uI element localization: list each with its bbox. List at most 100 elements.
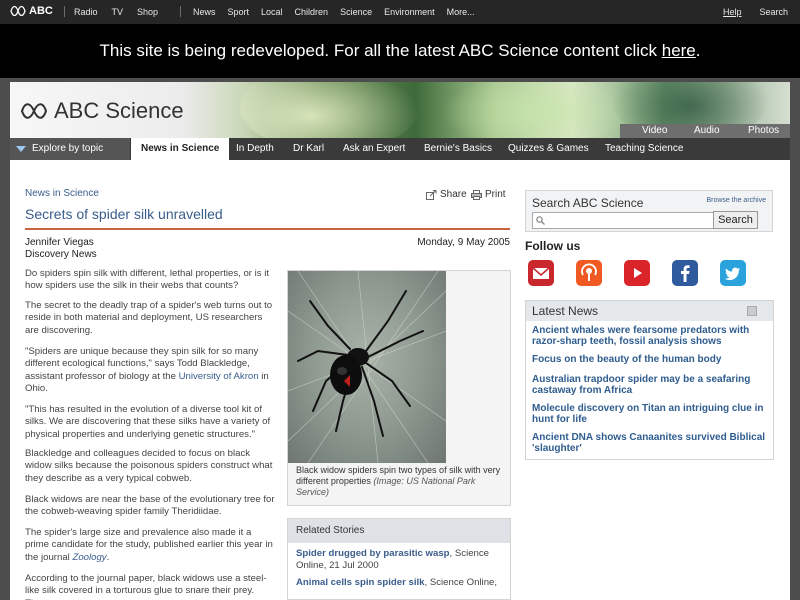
tab-ask-an-expert[interactable]: Ask an Expert <box>343 143 405 154</box>
nav-sport[interactable]: Sport <box>228 7 250 17</box>
nav-tv[interactable]: TV <box>112 7 124 17</box>
abc-logo[interactable]: ABC <box>10 5 53 17</box>
nav-radio[interactable]: Radio <box>74 7 98 17</box>
spider-image <box>288 271 446 463</box>
media-audio[interactable]: Audio <box>694 125 720 136</box>
article-figure: Black widow spiders spin two types of si… <box>287 270 511 506</box>
tab-bernies-basics[interactable]: Bernie's Basics <box>424 143 492 154</box>
nav-children[interactable]: Children <box>295 7 329 17</box>
rss-icon[interactable] <box>747 306 757 316</box>
article-date: Monday, 9 May 2005 <box>417 237 510 248</box>
bird-glyph <box>724 267 740 281</box>
banner-here-link[interactable]: here <box>662 41 696 60</box>
university-of-akron-link[interactable]: University of Akron <box>179 371 259 382</box>
facebook-icon[interactable] <box>672 260 698 286</box>
brand-name: ABC Science <box>54 98 184 123</box>
media-photos[interactable]: Photos <box>748 125 779 136</box>
related-stories-panel: Related Stories Spider drugged by parasi… <box>287 518 511 600</box>
banner-text: This site is being redeveloped. For all … <box>99 41 662 60</box>
twitter-icon[interactable] <box>720 260 746 286</box>
media-bar: Video Audio Photos <box>620 124 790 138</box>
related-story-link[interactable]: Spider drugged by parasitic wasp <box>296 548 450 559</box>
zoology-link[interactable]: Zoology <box>72 552 106 563</box>
tab-news-in-science[interactable]: News in Science <box>131 138 230 160</box>
related-story-item[interactable]: Spider drugged by parasitic wasp, Scienc… <box>288 548 510 572</box>
media-video[interactable]: Video <box>642 125 667 136</box>
podcast-glyph <box>581 263 597 281</box>
paragraph-text: The spider's large size and prevalence a… <box>25 527 273 563</box>
nav-environment[interactable]: Environment <box>384 7 435 17</box>
tab-dr-karl[interactable]: Dr Karl <box>293 143 324 154</box>
facebook-glyph <box>681 265 690 282</box>
nav-science[interactable]: Science <box>340 7 372 17</box>
search-button[interactable]: Search <box>713 211 758 229</box>
follow-us-heading: Follow us <box>525 239 581 253</box>
share-label: Share <box>440 189 467 200</box>
latest-news-panel: Latest News Ancient whales were fearsome… <box>525 300 774 460</box>
envelope-glyph <box>532 267 550 279</box>
article-paragraph: "Spiders are unique because they spin si… <box>25 346 275 395</box>
related-story-meta: , Science Online, <box>424 577 498 588</box>
abc-lissajous-icon <box>20 103 48 119</box>
byline: Jennifer Viegas Discovery News <box>25 237 97 261</box>
nav-help[interactable]: Help <box>723 7 742 17</box>
latest-news-item[interactable]: Molecule discovery on Titan an intriguin… <box>532 403 772 425</box>
abc-lissajous-icon <box>10 5 26 17</box>
article-paragraph: The secret to the deadly trap of a spide… <box>25 300 273 336</box>
paragraph-text: . <box>106 551 110 563</box>
abc-science-logo[interactable]: ABC Science <box>20 98 184 124</box>
abc-logo-text: ABC <box>29 5 53 17</box>
latest-news-item[interactable]: Ancient DNA shows Canaanites survived Bi… <box>532 432 772 454</box>
explore-label: Explore by topic <box>32 143 104 154</box>
article-kicker[interactable]: News in Science <box>25 188 99 199</box>
latest-news-item[interactable]: Australian trapdoor spider may be a seaf… <box>532 374 772 396</box>
article-paragraph: According to the journal paper, black wi… <box>25 573 267 600</box>
latest-news-item[interactable]: Focus on the beauty of the human body <box>532 354 772 365</box>
article-paragraph: "This has resulted in the evolution of a… <box>25 404 271 440</box>
tab-in-depth[interactable]: In Depth <box>236 143 274 154</box>
share-icon <box>426 189 437 200</box>
latest-news-heading: Latest News <box>532 304 599 318</box>
nav-more[interactable]: More... <box>447 7 475 17</box>
outlet: Discovery News <box>25 249 97 260</box>
banner-period: . <box>695 41 701 60</box>
header-photo-leaf <box>240 82 420 138</box>
youtube-icon[interactable] <box>624 260 650 286</box>
author: Jennifer Viegas <box>25 237 94 248</box>
redevelopment-banner: This site is being redeveloped. For all … <box>0 24 800 78</box>
triangle-down-icon <box>16 146 26 152</box>
related-story-item[interactable]: Animal cells spin spider silk, Science O… <box>288 577 510 589</box>
nav-shop[interactable]: Shop <box>137 7 158 17</box>
title-rule <box>25 228 510 230</box>
article-title: Secrets of spider silk unravelled <box>25 206 223 222</box>
article-paragraph: Black widows are near the base of the ev… <box>25 494 275 518</box>
global-nav-bar: ABC Radio TV Shop News Sport Local Child… <box>0 0 800 24</box>
related-story-link[interactable]: Animal cells spin spider silk <box>296 577 425 588</box>
latest-news-header: Latest News <box>526 301 773 321</box>
figure-caption: Black widow spiders spin two types of si… <box>296 465 506 498</box>
nav-news[interactable]: News <box>193 7 216 17</box>
related-stories-heading: Related Stories <box>288 519 510 543</box>
tab-quizzes-games[interactable]: Quizzes & Games <box>508 143 589 154</box>
latest-news-item[interactable]: Ancient whales were fearsome predators w… <box>532 325 772 347</box>
podcast-icon[interactable] <box>576 260 602 286</box>
nav-divider <box>64 6 65 17</box>
play-glyph <box>634 268 642 278</box>
share-button[interactable]: Share <box>426 189 467 200</box>
browse-archive-link[interactable]: Browse the archive <box>706 197 766 204</box>
printer-icon <box>471 189 482 200</box>
black-widow-photo[interactable] <box>288 271 446 463</box>
article-paragraph: Do spiders spin silk with different, let… <box>25 268 270 292</box>
nav-search[interactable]: Search <box>760 7 789 17</box>
tab-teaching-science[interactable]: Teaching Science <box>605 143 683 154</box>
nav-divider <box>180 6 181 17</box>
nav-local[interactable]: Local <box>261 7 283 17</box>
explore-by-topic-button[interactable]: Explore by topic <box>10 138 130 160</box>
email-icon[interactable] <box>528 260 554 286</box>
section-nav: Explore by topic News in Science In Dept… <box>10 138 790 160</box>
print-button[interactable]: Print <box>471 189 506 200</box>
search-icon <box>536 216 545 225</box>
article-paragraph: The spider's large size and prevalence a… <box>25 527 275 564</box>
search-input[interactable] <box>532 212 734 229</box>
print-label: Print <box>485 189 506 200</box>
